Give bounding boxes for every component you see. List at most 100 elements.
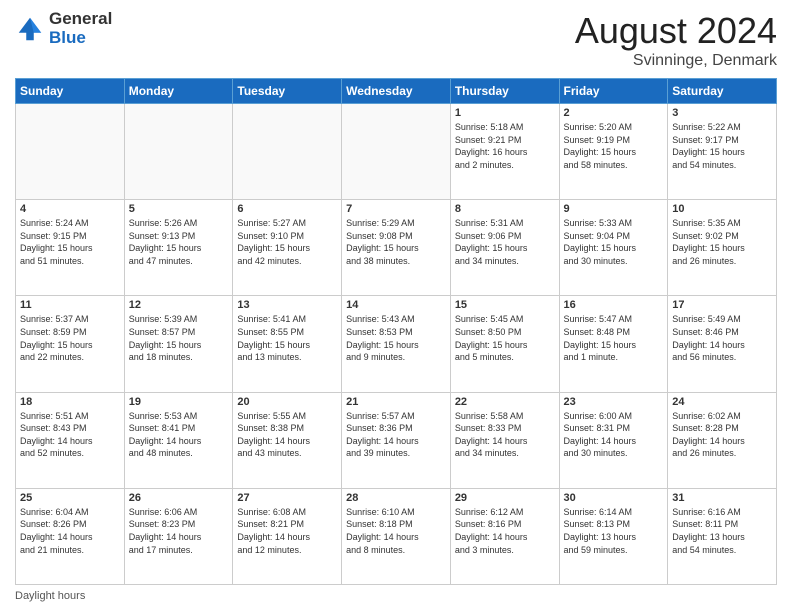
calendar-cell: 22Sunrise: 5:58 AM Sunset: 8:33 PM Dayli…	[450, 392, 559, 488]
month-title: August 2024	[575, 10, 777, 52]
day-number: 9	[564, 203, 664, 215]
logo-text: General Blue	[49, 10, 112, 47]
calendar-cell: 28 Sunrise: 6:10 AM Sunset: 8:18 PM Dayli…	[342, 488, 451, 584]
calendar-cell: 20 Sunrise: 5:55 AM Sunset: 8:38 PM Dayli…	[233, 392, 342, 488]
day-info: Sunrise: 5:41 AM Sunset: 8:55 PM Dayligh…	[237, 313, 337, 363]
col-friday: Friday	[559, 79, 668, 104]
calendar-week-4: 25 Sunrise: 6:04 AM Sunset: 8:26 PM Dayli…	[16, 488, 777, 584]
calendar-cell: 15 Sunrise: 5:45 AM Sunset: 8:50 PM Dayli…	[450, 296, 559, 392]
calendar-cell: 14Sunrise: 5:43 AM Sunset: 8:53 PM Dayli…	[342, 296, 451, 392]
day-number: 12	[129, 299, 229, 311]
day-info: Sunrise: 6:08 AM Sunset: 8:21 PM Dayligh…	[237, 506, 337, 556]
day-info: Sunrise: 6:14 AM Sunset: 8:13 PM Dayligh…	[564, 506, 664, 556]
day-number: 16	[564, 299, 664, 311]
calendar-cell: 13 Sunrise: 5:41 AM Sunset: 8:55 PM Dayli…	[233, 296, 342, 392]
calendar-cell: 18 Sunrise: 5:51 AM Sunset: 8:43 PM Dayli…	[16, 392, 125, 488]
day-info: Sunrise: 6:12 AM Sunset: 8:16 PM Dayligh…	[455, 506, 555, 556]
calendar-cell: 11 Sunrise: 5:37 AM Sunset: 8:59 PM Dayli…	[16, 296, 125, 392]
day-number: 23	[564, 396, 664, 408]
calendar-cell: 6 Sunrise: 5:27 AM Sunset: 9:10 PM Daylig…	[233, 200, 342, 296]
calendar-cell: 24Sunrise: 6:02 AM Sunset: 8:28 PM Dayli…	[668, 392, 777, 488]
day-info: Sunrise: 5:33 AM Sunset: 9:04 PM Dayligh…	[564, 217, 664, 267]
logo-general: General	[49, 10, 112, 29]
day-info: Sunrise: 5:24 AM Sunset: 9:15 PM Dayligh…	[20, 217, 120, 267]
day-number: 31	[672, 492, 772, 504]
day-number: 22	[455, 396, 555, 408]
day-number: 24	[672, 396, 772, 408]
day-info: Sunrise: 5:27 AM Sunset: 9:10 PM Dayligh…	[237, 217, 337, 267]
calendar-cell	[124, 104, 233, 200]
day-number: 15	[455, 299, 555, 311]
calendar-cell: 9 Sunrise: 5:33 AM Sunset: 9:04 PM Daylig…	[559, 200, 668, 296]
col-thursday: Thursday	[450, 79, 559, 104]
day-info: Sunrise: 5:26 AM Sunset: 9:13 PM Dayligh…	[129, 217, 229, 267]
day-number: 21	[346, 396, 446, 408]
day-number: 10	[672, 203, 772, 215]
day-number: 29	[455, 492, 555, 504]
page: General Blue August 2024 Svinninge, Denm…	[0, 0, 792, 612]
calendar-cell: 19Sunrise: 5:53 AM Sunset: 8:41 PM Dayli…	[124, 392, 233, 488]
calendar-week-2: 11 Sunrise: 5:37 AM Sunset: 8:59 PM Dayli…	[16, 296, 777, 392]
calendar-cell: 7 Sunrise: 5:29 AM Sunset: 9:08 PM Daylig…	[342, 200, 451, 296]
day-info: Sunrise: 5:49 AM Sunset: 8:46 PM Dayligh…	[672, 313, 772, 363]
day-number: 30	[564, 492, 664, 504]
day-info: Sunrise: 6:04 AM Sunset: 8:26 PM Dayligh…	[20, 506, 120, 556]
calendar-cell	[342, 104, 451, 200]
title-block: August 2024 Svinninge, Denmark	[575, 10, 777, 70]
day-info: Sunrise: 5:22 AM Sunset: 9:17 PM Dayligh…	[672, 121, 772, 171]
day-number: 18	[20, 396, 120, 408]
calendar-table: Sunday Monday Tuesday Wednesday Thursday…	[15, 78, 777, 585]
calendar-cell: 31Sunrise: 6:16 AM Sunset: 8:11 PM Dayli…	[668, 488, 777, 584]
calendar-cell: 27Sunrise: 6:08 AM Sunset: 8:21 PM Dayli…	[233, 488, 342, 584]
day-info: Sunrise: 5:45 AM Sunset: 8:50 PM Dayligh…	[455, 313, 555, 363]
day-info: Sunrise: 5:57 AM Sunset: 8:36 PM Dayligh…	[346, 410, 446, 460]
col-monday: Monday	[124, 79, 233, 104]
calendar-cell: 17 Sunrise: 5:49 AM Sunset: 8:46 PM Dayli…	[668, 296, 777, 392]
day-info: Sunrise: 5:39 AM Sunset: 8:57 PM Dayligh…	[129, 313, 229, 363]
logo-icon	[15, 14, 45, 44]
day-info: Sunrise: 5:37 AM Sunset: 8:59 PM Dayligh…	[20, 313, 120, 363]
calendar-cell: 1Sunrise: 5:18 AM Sunset: 9:21 PM Daylig…	[450, 104, 559, 200]
day-info: Sunrise: 6:10 AM Sunset: 8:18 PM Dayligh…	[346, 506, 446, 556]
calendar-cell: 5 Sunrise: 5:26 AM Sunset: 9:13 PM Daylig…	[124, 200, 233, 296]
day-info: Sunrise: 5:55 AM Sunset: 8:38 PM Dayligh…	[237, 410, 337, 460]
calendar-cell: 10 Sunrise: 5:35 AM Sunset: 9:02 PM Dayli…	[668, 200, 777, 296]
day-number: 6	[237, 203, 337, 215]
calendar-week-1: 4Sunrise: 5:24 AM Sunset: 9:15 PM Daylig…	[16, 200, 777, 296]
calendar-cell	[16, 104, 125, 200]
day-number: 25	[20, 492, 120, 504]
day-number: 20	[237, 396, 337, 408]
calendar-cell: 3 Sunrise: 5:22 AM Sunset: 9:17 PM Daylig…	[668, 104, 777, 200]
col-tuesday: Tuesday	[233, 79, 342, 104]
day-number: 28	[346, 492, 446, 504]
calendar-week-0: 1Sunrise: 5:18 AM Sunset: 9:21 PM Daylig…	[16, 104, 777, 200]
calendar-cell: 2Sunrise: 5:20 AM Sunset: 9:19 PM Daylig…	[559, 104, 668, 200]
day-number: 26	[129, 492, 229, 504]
calendar-cell: 21 Sunrise: 5:57 AM Sunset: 8:36 PM Dayli…	[342, 392, 451, 488]
col-saturday: Saturday	[668, 79, 777, 104]
col-sunday: Sunday	[16, 79, 125, 104]
calendar-header-row: Sunday Monday Tuesday Wednesday Thursday…	[16, 79, 777, 104]
day-number: 19	[129, 396, 229, 408]
calendar-week-3: 18 Sunrise: 5:51 AM Sunset: 8:43 PM Dayli…	[16, 392, 777, 488]
day-info: Sunrise: 5:51 AM Sunset: 8:43 PM Dayligh…	[20, 410, 120, 460]
day-info: Sunrise: 5:47 AM Sunset: 8:48 PM Dayligh…	[564, 313, 664, 363]
logo: General Blue	[15, 10, 112, 47]
day-number: 11	[20, 299, 120, 311]
day-number: 17	[672, 299, 772, 311]
calendar-cell: 26Sunrise: 6:06 AM Sunset: 8:23 PM Dayli…	[124, 488, 233, 584]
day-number: 5	[129, 203, 229, 215]
day-info: Sunrise: 5:31 AM Sunset: 9:06 PM Dayligh…	[455, 217, 555, 267]
day-info: Sunrise: 5:43 AM Sunset: 8:53 PM Dayligh…	[346, 313, 446, 363]
day-number: 13	[237, 299, 337, 311]
logo-blue: Blue	[49, 29, 112, 48]
calendar-cell: 4Sunrise: 5:24 AM Sunset: 9:15 PM Daylig…	[16, 200, 125, 296]
day-number: 7	[346, 203, 446, 215]
calendar-cell: 30 Sunrise: 6:14 AM Sunset: 8:13 PM Dayli…	[559, 488, 668, 584]
calendar-cell: 12 Sunrise: 5:39 AM Sunset: 8:57 PM Dayli…	[124, 296, 233, 392]
day-info: Sunrise: 5:35 AM Sunset: 9:02 PM Dayligh…	[672, 217, 772, 267]
day-info: Sunrise: 5:29 AM Sunset: 9:08 PM Dayligh…	[346, 217, 446, 267]
calendar-body: 1Sunrise: 5:18 AM Sunset: 9:21 PM Daylig…	[16, 104, 777, 585]
day-number: 8	[455, 203, 555, 215]
day-number: 3	[672, 107, 772, 119]
